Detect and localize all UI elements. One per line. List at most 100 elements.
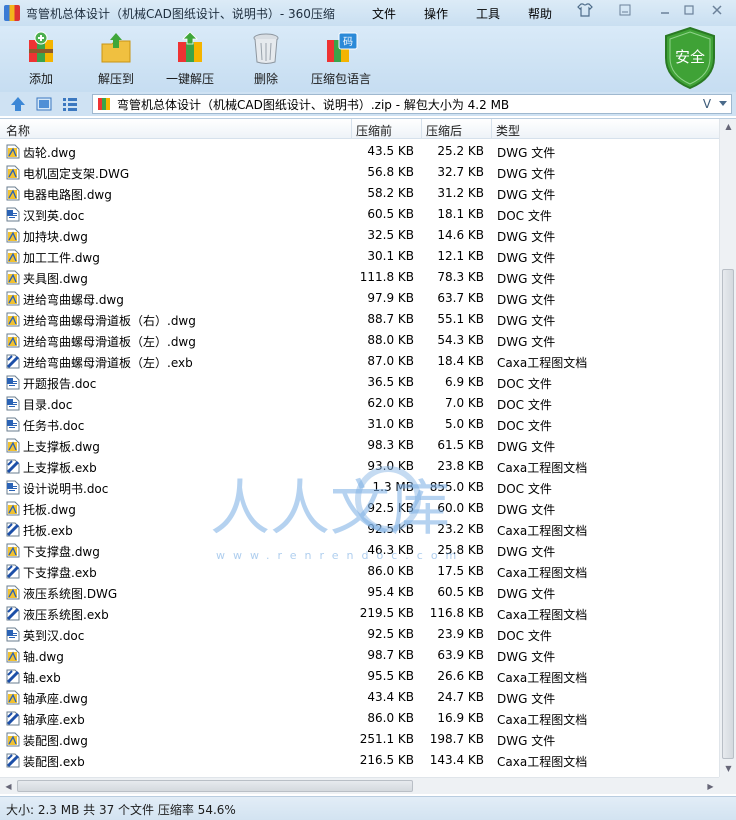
- table-row[interactable]: 托板.exb 92.5 KB 23.2 KB Caxa工程图文档: [0, 519, 719, 540]
- scroll-right-icon[interactable]: ▶: [702, 778, 719, 795]
- file-name: 液压系统图.DWG: [23, 587, 118, 601]
- delete-button[interactable]: 删除: [226, 30, 306, 87]
- table-row[interactable]: 进给弯曲螺母.dwg 97.9 KB 63.7 KB DWG 文件: [0, 288, 719, 309]
- file-size: 86.0 KB: [367, 711, 414, 725]
- file-list: 名称 压缩前 压缩后 类型 齿轮.dwg 43.5 KB 25.2 KB DWG 文件…: [0, 118, 736, 794]
- table-row[interactable]: 下支撑盘.exb 86.0 KB 17.5 KB Caxa工程图文档: [0, 561, 719, 582]
- scroll-up-icon[interactable]: ▲: [720, 119, 736, 135]
- file-type: Caxa工程图文档: [497, 671, 588, 685]
- file-type: DOC 文件: [497, 419, 552, 433]
- table-row[interactable]: 电机固定支架.DWG 56.8 KB 32.7 KB DWG 文件: [0, 162, 719, 183]
- file-size: 216.5 KB: [359, 753, 414, 767]
- table-row[interactable]: 轴.exb 95.5 KB 26.6 KB Caxa工程图文档: [0, 666, 719, 687]
- table-row[interactable]: 上支撑板.dwg 98.3 KB 61.5 KB DWG 文件: [0, 435, 719, 456]
- table-row[interactable]: 进给弯曲螺母滑道板（左）.exb 87.0 KB 18.4 KB Caxa工程图文档: [0, 351, 719, 372]
- table-row[interactable]: 汉到英.doc 60.5 KB 18.1 KB DOC 文件: [0, 204, 719, 225]
- file-size: 219.5 KB: [359, 606, 414, 620]
- column-compressed[interactable]: 压缩后: [426, 122, 462, 139]
- file-type: Caxa工程图文档: [497, 461, 588, 475]
- menu-tools[interactable]: 工具: [476, 5, 500, 22]
- file-size: 92.5 KB: [367, 522, 414, 536]
- thumbnail-view-icon[interactable]: [36, 96, 52, 112]
- table-row[interactable]: 装配图.exb 216.5 KB 143.4 KB Caxa工程图文档: [0, 750, 719, 771]
- table-row[interactable]: 开题报告.doc 36.5 KB 6.9 KB DOC 文件: [0, 372, 719, 393]
- table-row[interactable]: 液压系统图.DWG 95.4 KB 60.5 KB DWG 文件: [0, 582, 719, 603]
- table-row[interactable]: 电器电路图.dwg 58.2 KB 31.2 KB DWG 文件: [0, 183, 719, 204]
- table-row[interactable]: 英到汉.doc 92.5 KB 23.9 KB DOC 文件: [0, 624, 719, 645]
- vertical-scrollbar[interactable]: ▲ ▼: [719, 119, 736, 777]
- dwg-file-icon: [6, 249, 20, 264]
- table-row[interactable]: 下支撑盘.dwg 46.3 KB 25.8 KB DWG 文件: [0, 540, 719, 561]
- table-row[interactable]: 轴承座.exb 86.0 KB 16.9 KB Caxa工程图文档: [0, 708, 719, 729]
- vertical-scroll-thumb[interactable]: [722, 269, 734, 759]
- table-row[interactable]: 轴.dwg 98.7 KB 63.9 KB DWG 文件: [0, 645, 719, 666]
- file-type: DOC 文件: [497, 209, 552, 223]
- table-row[interactable]: 上支撑板.exb 93.0 KB 23.8 KB Caxa工程图文档: [0, 456, 719, 477]
- file-size: 1.3 MB: [372, 480, 414, 494]
- table-row[interactable]: 进给弯曲螺母滑道板（左）.dwg 88.0 KB 54.3 KB DWG 文件: [0, 330, 719, 351]
- archive-language-button[interactable]: 码 压缩包语言: [301, 30, 381, 87]
- path-field[interactable]: 弯管机总体设计（机械CAD图纸设计、说明书）.zip - 解包大小为 4.2 M…: [92, 94, 732, 114]
- file-name: 电机固定支架.DWG: [23, 167, 130, 181]
- column-type[interactable]: 类型: [496, 122, 520, 139]
- file-size: 62.0 KB: [367, 396, 414, 410]
- table-row[interactable]: 装配图.dwg 251.1 KB 198.7 KB DWG 文件: [0, 729, 719, 750]
- file-size: 98.3 KB: [367, 438, 414, 452]
- list-view-icon[interactable]: [62, 96, 78, 112]
- table-row[interactable]: 设计说明书.doc 1.3 MB 855.0 KB DOC 文件: [0, 477, 719, 498]
- extract-to-button[interactable]: 解压到: [76, 30, 156, 87]
- table-row[interactable]: 目录.doc 62.0 KB 7.0 KB DOC 文件: [0, 393, 719, 414]
- file-compressed-size: 17.5 KB: [437, 564, 484, 578]
- table-row[interactable]: 加持块.dwg 32.5 KB 14.6 KB DWG 文件: [0, 225, 719, 246]
- dwg-file-icon: [6, 291, 20, 306]
- file-size: 56.8 KB: [367, 165, 414, 179]
- exb-file-icon: [6, 522, 20, 537]
- close-button[interactable]: [706, 3, 728, 21]
- table-row[interactable]: 齿轮.dwg 43.5 KB 25.2 KB DWG 文件: [0, 141, 719, 162]
- scroll-corner: [719, 777, 736, 794]
- file-size: 251.1 KB: [359, 732, 414, 746]
- horizontal-scroll-thumb[interactable]: [17, 780, 413, 792]
- file-type: DWG 文件: [497, 167, 556, 181]
- minimize-button[interactable]: [654, 3, 676, 21]
- file-size: 97.9 KB: [367, 291, 414, 305]
- menu-help[interactable]: 帮助: [528, 5, 552, 22]
- menu-operate[interactable]: 操作: [424, 5, 448, 22]
- dwg-file-icon: [6, 312, 20, 327]
- path-dropdown[interactable]: V: [699, 95, 715, 113]
- table-row[interactable]: 液压系统图.exb 219.5 KB 116.8 KB Caxa工程图文档: [0, 603, 719, 624]
- add-button[interactable]: 添加: [1, 30, 81, 87]
- file-name: 目录.doc: [23, 398, 73, 412]
- maximize-button[interactable]: [678, 3, 700, 21]
- table-row[interactable]: 轴承座.dwg 43.4 KB 24.7 KB DWG 文件: [0, 687, 719, 708]
- horizontal-scrollbar[interactable]: ◀ ▶: [0, 777, 719, 794]
- chevron-down-icon[interactable]: [715, 95, 731, 113]
- one-click-extract-button[interactable]: 一键解压: [150, 30, 230, 87]
- extract-to-label: 解压到: [97, 72, 134, 86]
- table-row[interactable]: 加工工件.dwg 30.1 KB 12.1 KB DWG 文件: [0, 246, 719, 267]
- file-name: 轴承座.dwg: [23, 692, 88, 706]
- menu-file[interactable]: 文件: [372, 5, 396, 22]
- restore-mini-icon[interactable]: [614, 3, 636, 21]
- file-compressed-size: 23.8 KB: [437, 459, 484, 473]
- scroll-left-icon[interactable]: ◀: [0, 778, 17, 795]
- file-name: 汉到英.doc: [23, 209, 85, 223]
- file-compressed-size: 25.8 KB: [437, 543, 484, 557]
- table-row[interactable]: 任务书.doc 31.0 KB 5.0 KB DOC 文件: [0, 414, 719, 435]
- skin-icon[interactable]: [574, 3, 596, 21]
- file-size: 30.1 KB: [367, 249, 414, 263]
- table-row[interactable]: 进给弯曲螺母滑道板（右）.dwg 88.7 KB 55.1 KB DWG 文件: [0, 309, 719, 330]
- scroll-down-icon[interactable]: ▼: [720, 761, 736, 777]
- table-row[interactable]: 托板.dwg 92.5 KB 60.0 KB DWG 文件: [0, 498, 719, 519]
- dwg-file-icon: [6, 501, 20, 516]
- file-compressed-size: 855.0 KB: [429, 480, 484, 494]
- file-type: DWG 文件: [497, 188, 556, 202]
- column-name[interactable]: 名称: [6, 122, 30, 139]
- up-arrow-icon[interactable]: [10, 96, 26, 112]
- column-size[interactable]: 压缩前: [356, 122, 392, 139]
- file-type: DWG 文件: [497, 734, 556, 748]
- doc-file-icon: [6, 207, 20, 222]
- file-name: 轴承座.exb: [23, 713, 85, 727]
- table-row[interactable]: 夹具图.dwg 111.8 KB 78.3 KB DWG 文件: [0, 267, 719, 288]
- security-shield[interactable]: 安全: [662, 26, 718, 90]
